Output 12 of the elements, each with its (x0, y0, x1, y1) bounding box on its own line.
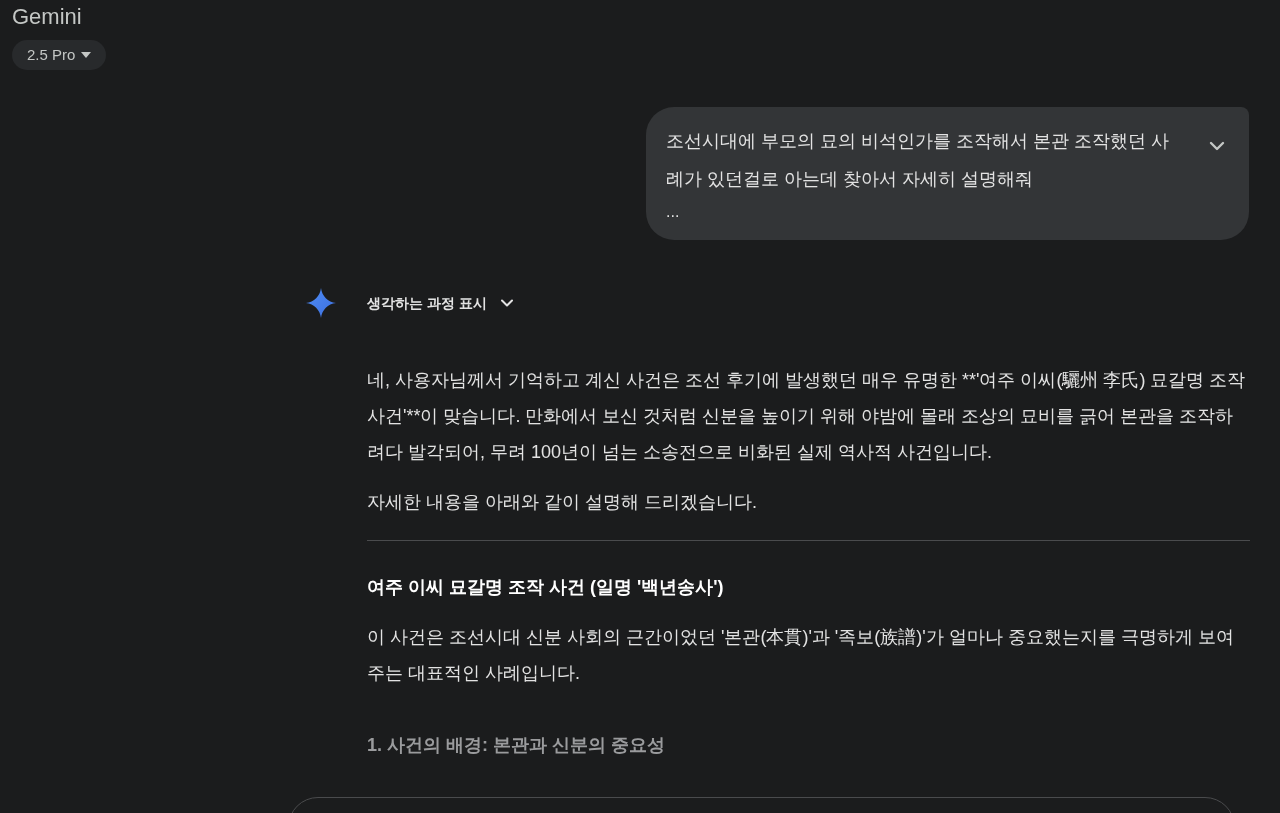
sparkle-icon (306, 288, 336, 318)
response-paragraph: 이 사건은 조선시대 신분 사회의 근간이었던 '본관(本貫)'과 '족보(族譜)'가 얼마나 중요했는지를 극명하게 보여주는 대표적인 사례입니다. (367, 626, 1235, 685)
response-paragraph: 네, 사용자님께서 기억하고 계신 사건은 조선 후기에 발생했던 매우 유명한 **'여주 이씨(驪州 李氏) 묘갈명 조작 사건'**이 맞습니다. 만화에서 보신 것처럼 신분을 높이기 위해 야밤에 몰래 조상의 묘비를 긁어 본관을 조작하려다 발각되어, 무려 100년이 넘는 소송전으로 비화된 실제 역사적 사건입니다. (367, 369, 1247, 464)
model-picker[interactable]: 2.5 Pro (12, 40, 107, 70)
user-message: 조선시대에 부모의 묘의 비석인가를 조작해서 본관 조작했던 사례가 있던걸로 아는데 찾아서 자세히 설명해줘 (666, 130, 1170, 191)
response-paragraph: 자세한 내용을 아래와 같이 설명해 드리겠습니다. (367, 491, 758, 514)
response-heading: 여주 이씨 묘갈명 조작 사건 (일명 '백년송사') (367, 576, 725, 599)
app-title: Gemini (12, 3, 82, 31)
ellipsis: ... (666, 202, 681, 222)
thinking-toggle[interactable]: 생각하는 과정 표시 (367, 292, 517, 314)
section-heading: 1. 사건의 배경: 본관과 신분의 중요성 (367, 734, 666, 757)
caret-icon (81, 52, 92, 58)
